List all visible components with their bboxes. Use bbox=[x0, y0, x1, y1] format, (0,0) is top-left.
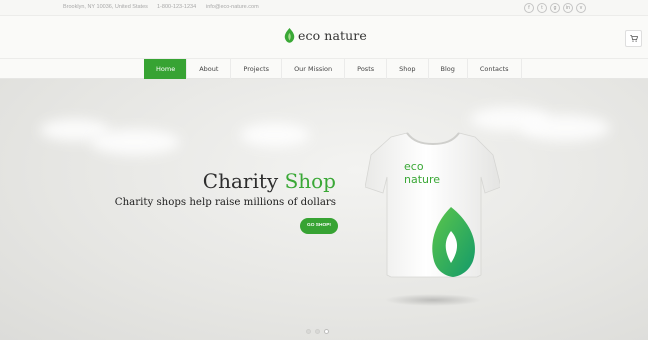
email-link[interactable]: info@eco-nature.com bbox=[206, 4, 259, 10]
google-plus-icon[interactable]: g bbox=[550, 3, 560, 13]
slider-dot-active[interactable] bbox=[324, 329, 329, 334]
nav-item-projects[interactable]: Projects bbox=[230, 59, 281, 79]
cloud-decoration bbox=[240, 123, 310, 147]
site-logo[interactable]: eco nature bbox=[284, 28, 367, 43]
social-links: f t g in v bbox=[524, 3, 586, 13]
nav-item-shop[interactable]: Shop bbox=[386, 59, 427, 79]
cart-icon bbox=[629, 35, 638, 42]
main-navigation: Home About Projects Our Mission Posts Sh… bbox=[0, 58, 648, 79]
linkedin-icon[interactable]: in bbox=[563, 3, 573, 13]
nav-item-about[interactable]: About bbox=[186, 59, 230, 79]
leaf-logo-icon bbox=[284, 28, 295, 43]
site-header: eco nature bbox=[0, 16, 648, 58]
hero-slider: Charity Shop Charity shops help raise mi… bbox=[0, 79, 648, 340]
hero-title-accent: Shop bbox=[284, 169, 336, 193]
cloud-decoration bbox=[520, 115, 610, 141]
nav-item-home[interactable]: Home bbox=[144, 59, 187, 79]
cart-button[interactable] bbox=[625, 30, 642, 47]
hero-title-main: Charity bbox=[202, 169, 279, 193]
nav-item-our-mission[interactable]: Our Mission bbox=[281, 59, 344, 79]
go-shop-button[interactable]: GO SHOP! bbox=[300, 218, 338, 234]
slider-dot[interactable] bbox=[315, 329, 320, 334]
twitter-icon[interactable]: t bbox=[537, 3, 547, 13]
address-text: Brooklyn, NY 10036, United States bbox=[63, 4, 148, 10]
slider-pagination bbox=[306, 329, 329, 334]
cloud-decoration bbox=[90, 129, 180, 155]
vimeo-icon[interactable]: v bbox=[576, 3, 586, 13]
nav-item-blog[interactable]: Blog bbox=[427, 59, 467, 79]
nav-item-contacts[interactable]: Contacts bbox=[466, 59, 522, 79]
facebook-icon[interactable]: f bbox=[524, 3, 534, 13]
top-info-bar: Brooklyn, NY 10036, United States 1-800-… bbox=[0, 0, 648, 16]
phone-text: 1-800-123-1234 bbox=[157, 4, 197, 10]
shirt-text-nature: nature bbox=[404, 173, 441, 186]
hero-subtitle: Charity shops help raise millions of dol… bbox=[114, 197, 336, 208]
logo-text: eco nature bbox=[298, 28, 367, 43]
shirt-text-eco: eco bbox=[404, 160, 424, 173]
hero-title: Charity Shop bbox=[0, 169, 336, 193]
slider-dot[interactable] bbox=[306, 329, 311, 334]
tshirt-image bbox=[365, 132, 500, 306]
nav-item-posts[interactable]: Posts bbox=[344, 59, 386, 79]
